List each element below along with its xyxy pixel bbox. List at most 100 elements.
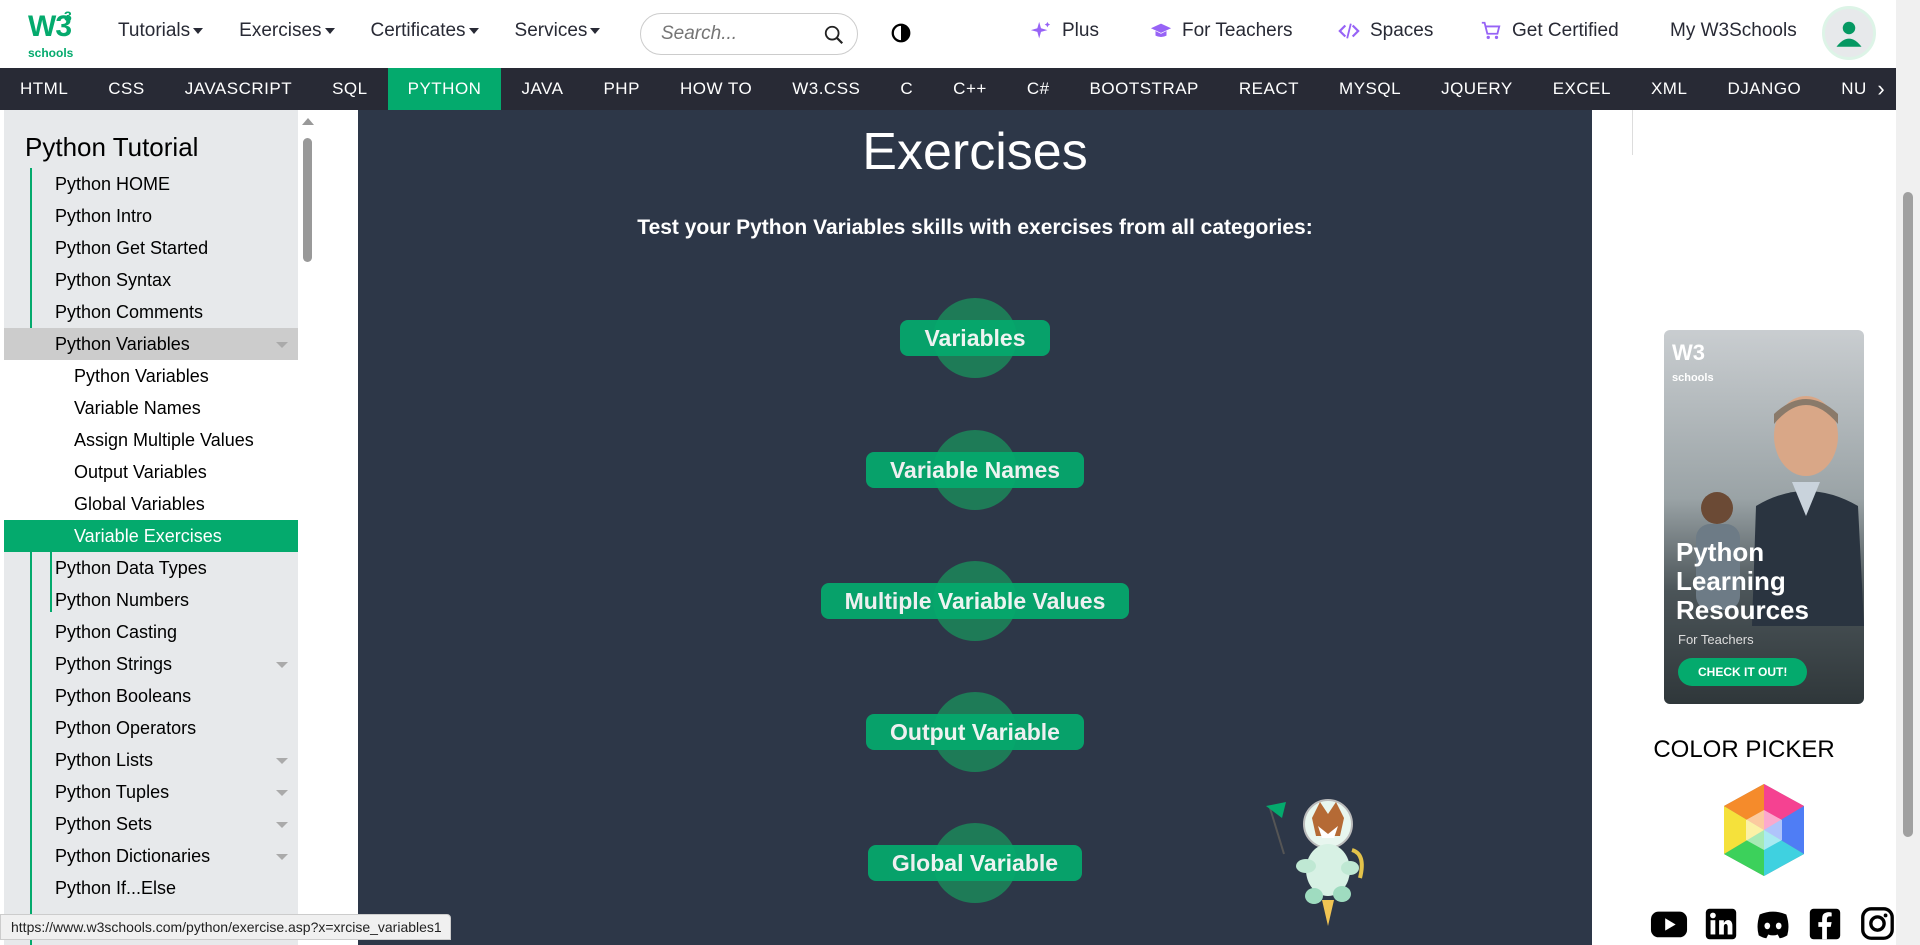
subject-c[interactable]: C <box>880 68 933 110</box>
sidebar-item[interactable]: Python Syntax <box>4 264 298 296</box>
subject-xml[interactable]: XML <box>1631 68 1707 110</box>
subject-cpp[interactable]: C++ <box>933 68 1007 110</box>
spaces-link[interactable]: Spaces <box>1338 20 1433 42</box>
subject-csharp[interactable]: C# <box>1007 68 1070 110</box>
sidebar-item[interactable]: Python Lists <box>4 744 298 776</box>
plus-label: Plus <box>1062 20 1099 41</box>
sidebar-item[interactable]: Python Casting <box>4 616 298 648</box>
sidebar-item[interactable]: Python If...Else <box>4 872 298 904</box>
page-scroll-thumb[interactable] <box>1903 192 1913 837</box>
caret-down-icon <box>590 28 601 34</box>
graduation-cap-icon <box>1150 23 1172 37</box>
sidebar-item-label: Variable Exercises <box>74 526 222 546</box>
chevron-down-icon[interactable] <box>276 854 288 860</box>
sidebar-item[interactable]: Assign Multiple Values <box>4 424 298 456</box>
subject-jquery[interactable]: JQUERY <box>1421 68 1533 110</box>
chevron-down-icon[interactable] <box>276 662 288 668</box>
plus-link[interactable]: Plus <box>1030 20 1099 42</box>
category-multiple-values-button[interactable]: Multiple Variable Values <box>820 583 1130 619</box>
sidebar-item[interactable]: Python Variables <box>4 360 298 392</box>
category-variable-names-button[interactable]: Variable Names <box>865 452 1085 488</box>
page-title: Exercises <box>862 123 1088 181</box>
nav-exercises-label: Exercises <box>239 20 322 41</box>
top-header: W3 3 schools Tutorials Exercises Certifi… <box>0 0 1896 68</box>
sidebar-item[interactable]: Python Operators <box>4 712 298 744</box>
subject-html[interactable]: HTML <box>0 68 88 110</box>
search-input[interactable] <box>661 23 821 45</box>
chevron-down-icon[interactable] <box>276 758 288 764</box>
subject-django[interactable]: DJANGO <box>1707 68 1821 110</box>
sidebar-item[interactable]: Python Dictionaries <box>4 840 298 872</box>
category-variables-button[interactable]: Variables <box>900 320 1050 356</box>
subject-java[interactable]: JAVA <box>501 68 583 110</box>
my-w3schools-label: My W3Schools <box>1670 20 1797 41</box>
intro-text: Test your Python Variables skills with e… <box>637 216 1313 239</box>
ad-logo-sub: schools <box>1672 372 1714 384</box>
subject-w3css[interactable]: W3.CSS <box>772 68 880 110</box>
nav-exercises[interactable]: Exercises <box>239 20 335 42</box>
sidebar-item[interactable]: Python Comments <box>4 296 298 328</box>
sidebar-item[interactable]: Python Get Started <box>4 232 298 264</box>
category-row: Output Variable <box>358 692 1592 772</box>
sidebar-item[interactable]: Python Tuples <box>4 776 298 808</box>
chevron-down-icon[interactable] <box>276 822 288 828</box>
youtube-icon[interactable] <box>1650 906 1688 942</box>
nav-tutorials[interactable]: Tutorials <box>118 20 204 42</box>
subject-php[interactable]: PHP <box>583 68 659 110</box>
user-icon <box>1836 21 1862 47</box>
user-avatar[interactable] <box>1822 6 1876 60</box>
sidebar-item[interactable]: Python HOME <box>4 168 298 200</box>
color-picker-title: COLOR PICKER <box>1653 736 1835 763</box>
facebook-icon[interactable] <box>1806 906 1844 942</box>
discord-icon[interactable] <box>1754 906 1792 942</box>
nav-certificates[interactable]: Certificates <box>371 20 479 42</box>
subject-react[interactable]: REACT <box>1219 68 1319 110</box>
nav-certificates-label: Certificates <box>370 20 466 41</box>
sidebar-item[interactable]: Variable Names <box>4 392 298 424</box>
subject-sql[interactable]: SQL <box>312 68 388 110</box>
linkedin-icon[interactable] <box>1702 906 1740 942</box>
sidebar-item[interactable]: Python Sets <box>4 808 298 840</box>
my-w3schools-link[interactable]: My W3Schools <box>1670 20 1797 42</box>
subject-bootstrap[interactable]: BOOTSTRAP <box>1070 68 1219 110</box>
sidebar-item[interactable]: Python Booleans <box>4 680 298 712</box>
sidebar-item-label: Global Variables <box>74 494 205 514</box>
contrast-toggle-icon[interactable] <box>890 22 912 44</box>
category-global-variable-button[interactable]: Global Variable <box>867 845 1083 881</box>
python-resources-ad[interactable]: W3 schools Python Learning Resources For… <box>1664 330 1864 704</box>
sidebar-item-label: Python If...Else <box>55 878 177 898</box>
instagram-icon[interactable] <box>1858 906 1896 942</box>
sidebar-scrollbar[interactable] <box>298 110 318 945</box>
nav-services[interactable]: Services <box>515 20 601 42</box>
subject-excel[interactable]: EXCEL <box>1533 68 1631 110</box>
sidebar-item[interactable]: Python Strings <box>4 648 298 680</box>
for-teachers-label: For Teachers <box>1182 20 1293 41</box>
sidebar-item[interactable]: Python Intro <box>4 200 298 232</box>
subject-css[interactable]: CSS <box>88 68 164 110</box>
subject-howto[interactable]: HOW TO <box>660 68 772 110</box>
category-row: Variables <box>358 298 1592 378</box>
for-teachers-link[interactable]: For Teachers <box>1150 20 1293 42</box>
sidebar-item[interactable]: Python Data Types <box>4 552 298 584</box>
sidebar-item[interactable]: Python Variables <box>4 328 298 360</box>
category-output-variable-button[interactable]: Output Variable <box>866 714 1084 750</box>
subject-javascript[interactable]: JAVASCRIPT <box>165 68 312 110</box>
chevron-down-icon[interactable] <box>276 790 288 796</box>
get-certified-link[interactable]: Get Certified <box>1480 20 1619 42</box>
sidebar-item[interactable]: Python Numbers <box>4 584 298 616</box>
sidebar-item[interactable]: Variable Exercises <box>4 520 298 552</box>
subject-mysql[interactable]: MYSQL <box>1319 68 1421 110</box>
sidebar-scroll-thumb[interactable] <box>303 138 312 262</box>
ad-check-it-out-button[interactable]: CHECK IT OUT! <box>1678 658 1808 686</box>
subject-python[interactable]: PYTHON <box>387 68 502 110</box>
search-icon[interactable] <box>823 24 845 46</box>
w3schools-logo[interactable]: W3 3 schools <box>24 8 80 60</box>
page-scrollbar[interactable] <box>1896 0 1920 945</box>
sidebar-item[interactable]: Output Variables <box>4 456 298 488</box>
chevron-down-icon[interactable] <box>276 342 288 348</box>
scroll-up-icon[interactable] <box>302 118 314 125</box>
color-picker-icon[interactable] <box>1714 780 1814 880</box>
sidebar-item-label: Python Syntax <box>55 270 172 290</box>
chevron-right-icon[interactable]: › <box>1866 68 1896 110</box>
sidebar-item[interactable]: Global Variables <box>4 488 298 520</box>
